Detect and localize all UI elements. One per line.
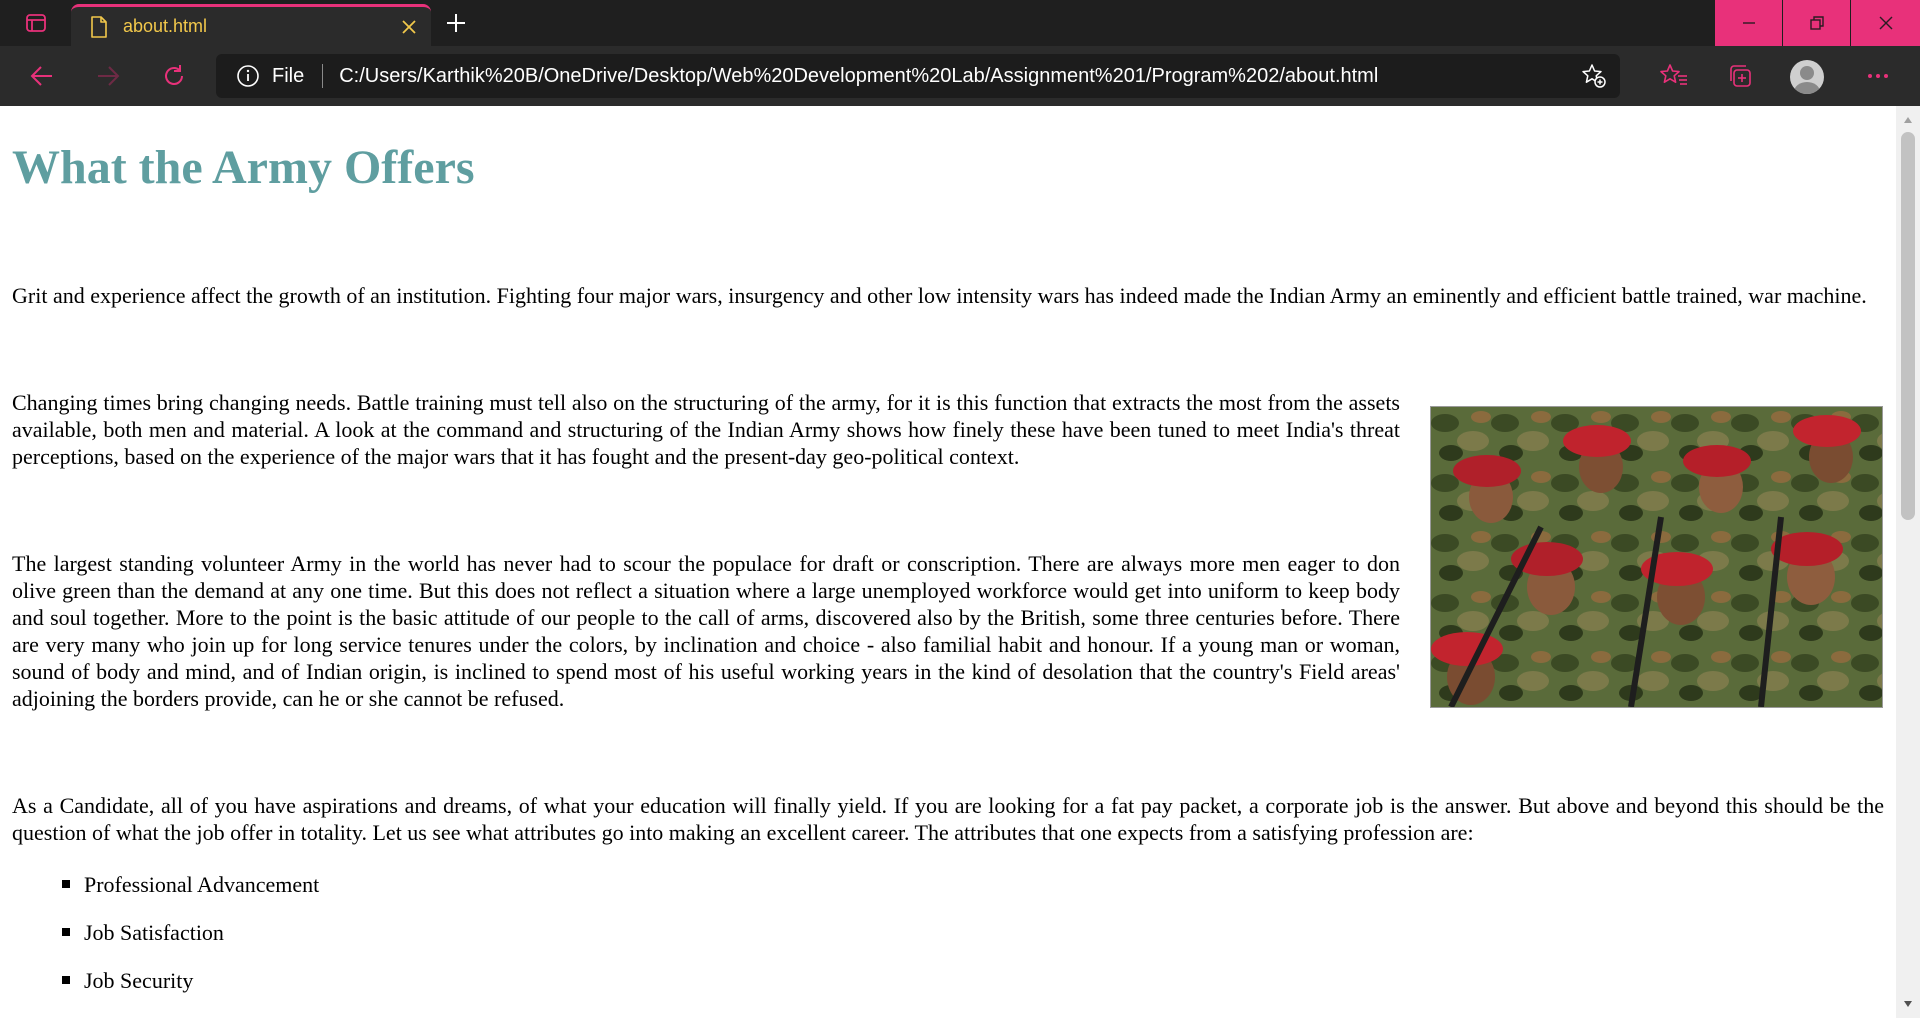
tab-about[interactable]: about.html: [71, 4, 431, 46]
list-item: Job Security: [62, 967, 1884, 994]
bullet-square: [62, 976, 70, 985]
plus-icon: [447, 14, 465, 32]
restore-button[interactable]: [1783, 0, 1850, 46]
collections-button[interactable]: [1718, 54, 1762, 98]
url-text[interactable]: C:/Users/Karthik%20B/OneDrive/Desktop/We…: [339, 65, 1572, 88]
close-icon: [402, 19, 416, 34]
browser-toolbar: File C:/Users/Karthik%20B/OneDrive/Deskt…: [0, 46, 1920, 106]
list-item-label: Job Security: [84, 967, 194, 993]
page-viewport: What the Army Offers Grit and experience…: [0, 106, 1896, 1018]
close-icon: [1879, 16, 1892, 30]
add-favorite-button[interactable]: [1572, 54, 1616, 98]
favorites-button[interactable]: [1652, 54, 1696, 98]
site-scheme-label[interactable]: File: [272, 65, 304, 88]
info-icon[interactable]: [236, 64, 260, 88]
paragraph-intro: Grit and experience affect the growth of…: [12, 282, 1867, 308]
more-icon: [1868, 74, 1888, 78]
tab-actions-button[interactable]: [16, 9, 56, 37]
profile-avatar[interactable]: [1790, 60, 1824, 94]
page-icon: [91, 15, 107, 38]
star-plus-icon: [1582, 64, 1606, 88]
new-tab-button[interactable]: [436, 5, 476, 41]
minimize-button[interactable]: [1715, 0, 1782, 46]
paragraph-candidate: As a Candidate, all of you have aspirati…: [12, 792, 1884, 845]
list-item: Professional Advancement: [62, 871, 1884, 898]
scroll-up-button[interactable]: [1896, 108, 1920, 132]
back-arrow-icon: [30, 66, 52, 86]
more-menu-button[interactable]: [1856, 54, 1900, 98]
browser-title-bar: about.html: [0, 0, 1920, 46]
favorites-icon: [1660, 64, 1687, 85]
list-item-label: Professional Advancement: [84, 871, 320, 897]
page-scrollbar[interactable]: [1896, 106, 1920, 1018]
chevron-up-icon: [1904, 117, 1912, 123]
paragraph-structuring: Changing times bring changing needs. Bat…: [12, 389, 1400, 469]
refresh-icon: [165, 65, 183, 85]
bullet-square: [62, 928, 70, 937]
restore-icon: [1809, 16, 1824, 30]
attributes-list: Professional Advancement Job Satisfactio…: [62, 871, 1884, 994]
chevron-down-icon: [1904, 1001, 1912, 1007]
window-close-button[interactable]: [1851, 0, 1920, 46]
address-divider: [322, 64, 324, 88]
forward-arrow-icon: [98, 66, 120, 86]
minimize-icon: [1742, 22, 1755, 24]
page-title: What the Army Offers: [12, 141, 475, 194]
tab-actions-icon: [26, 14, 46, 32]
list-item-label: Job Satisfaction: [84, 919, 224, 945]
refresh-button[interactable]: [152, 54, 196, 98]
soldiers-photo-illustration: [1431, 407, 1882, 707]
scroll-down-button[interactable]: [1896, 992, 1920, 1016]
address-bar[interactable]: File C:/Users/Karthik%20B/OneDrive/Deskt…: [216, 54, 1620, 98]
paragraph-volunteer-army: The largest standing volunteer Army in t…: [12, 550, 1400, 711]
bullet-square: [62, 880, 70, 889]
collections-icon: [1730, 65, 1751, 87]
list-item: Job Satisfaction: [62, 919, 1884, 946]
tab-title: about.html: [123, 16, 208, 36]
scroll-thumb[interactable]: [1901, 132, 1915, 520]
tab-close-button[interactable]: [391, 9, 427, 45]
forward-button[interactable]: [86, 54, 130, 98]
back-button[interactable]: [20, 54, 64, 98]
army-soldiers-image: [1430, 406, 1883, 708]
